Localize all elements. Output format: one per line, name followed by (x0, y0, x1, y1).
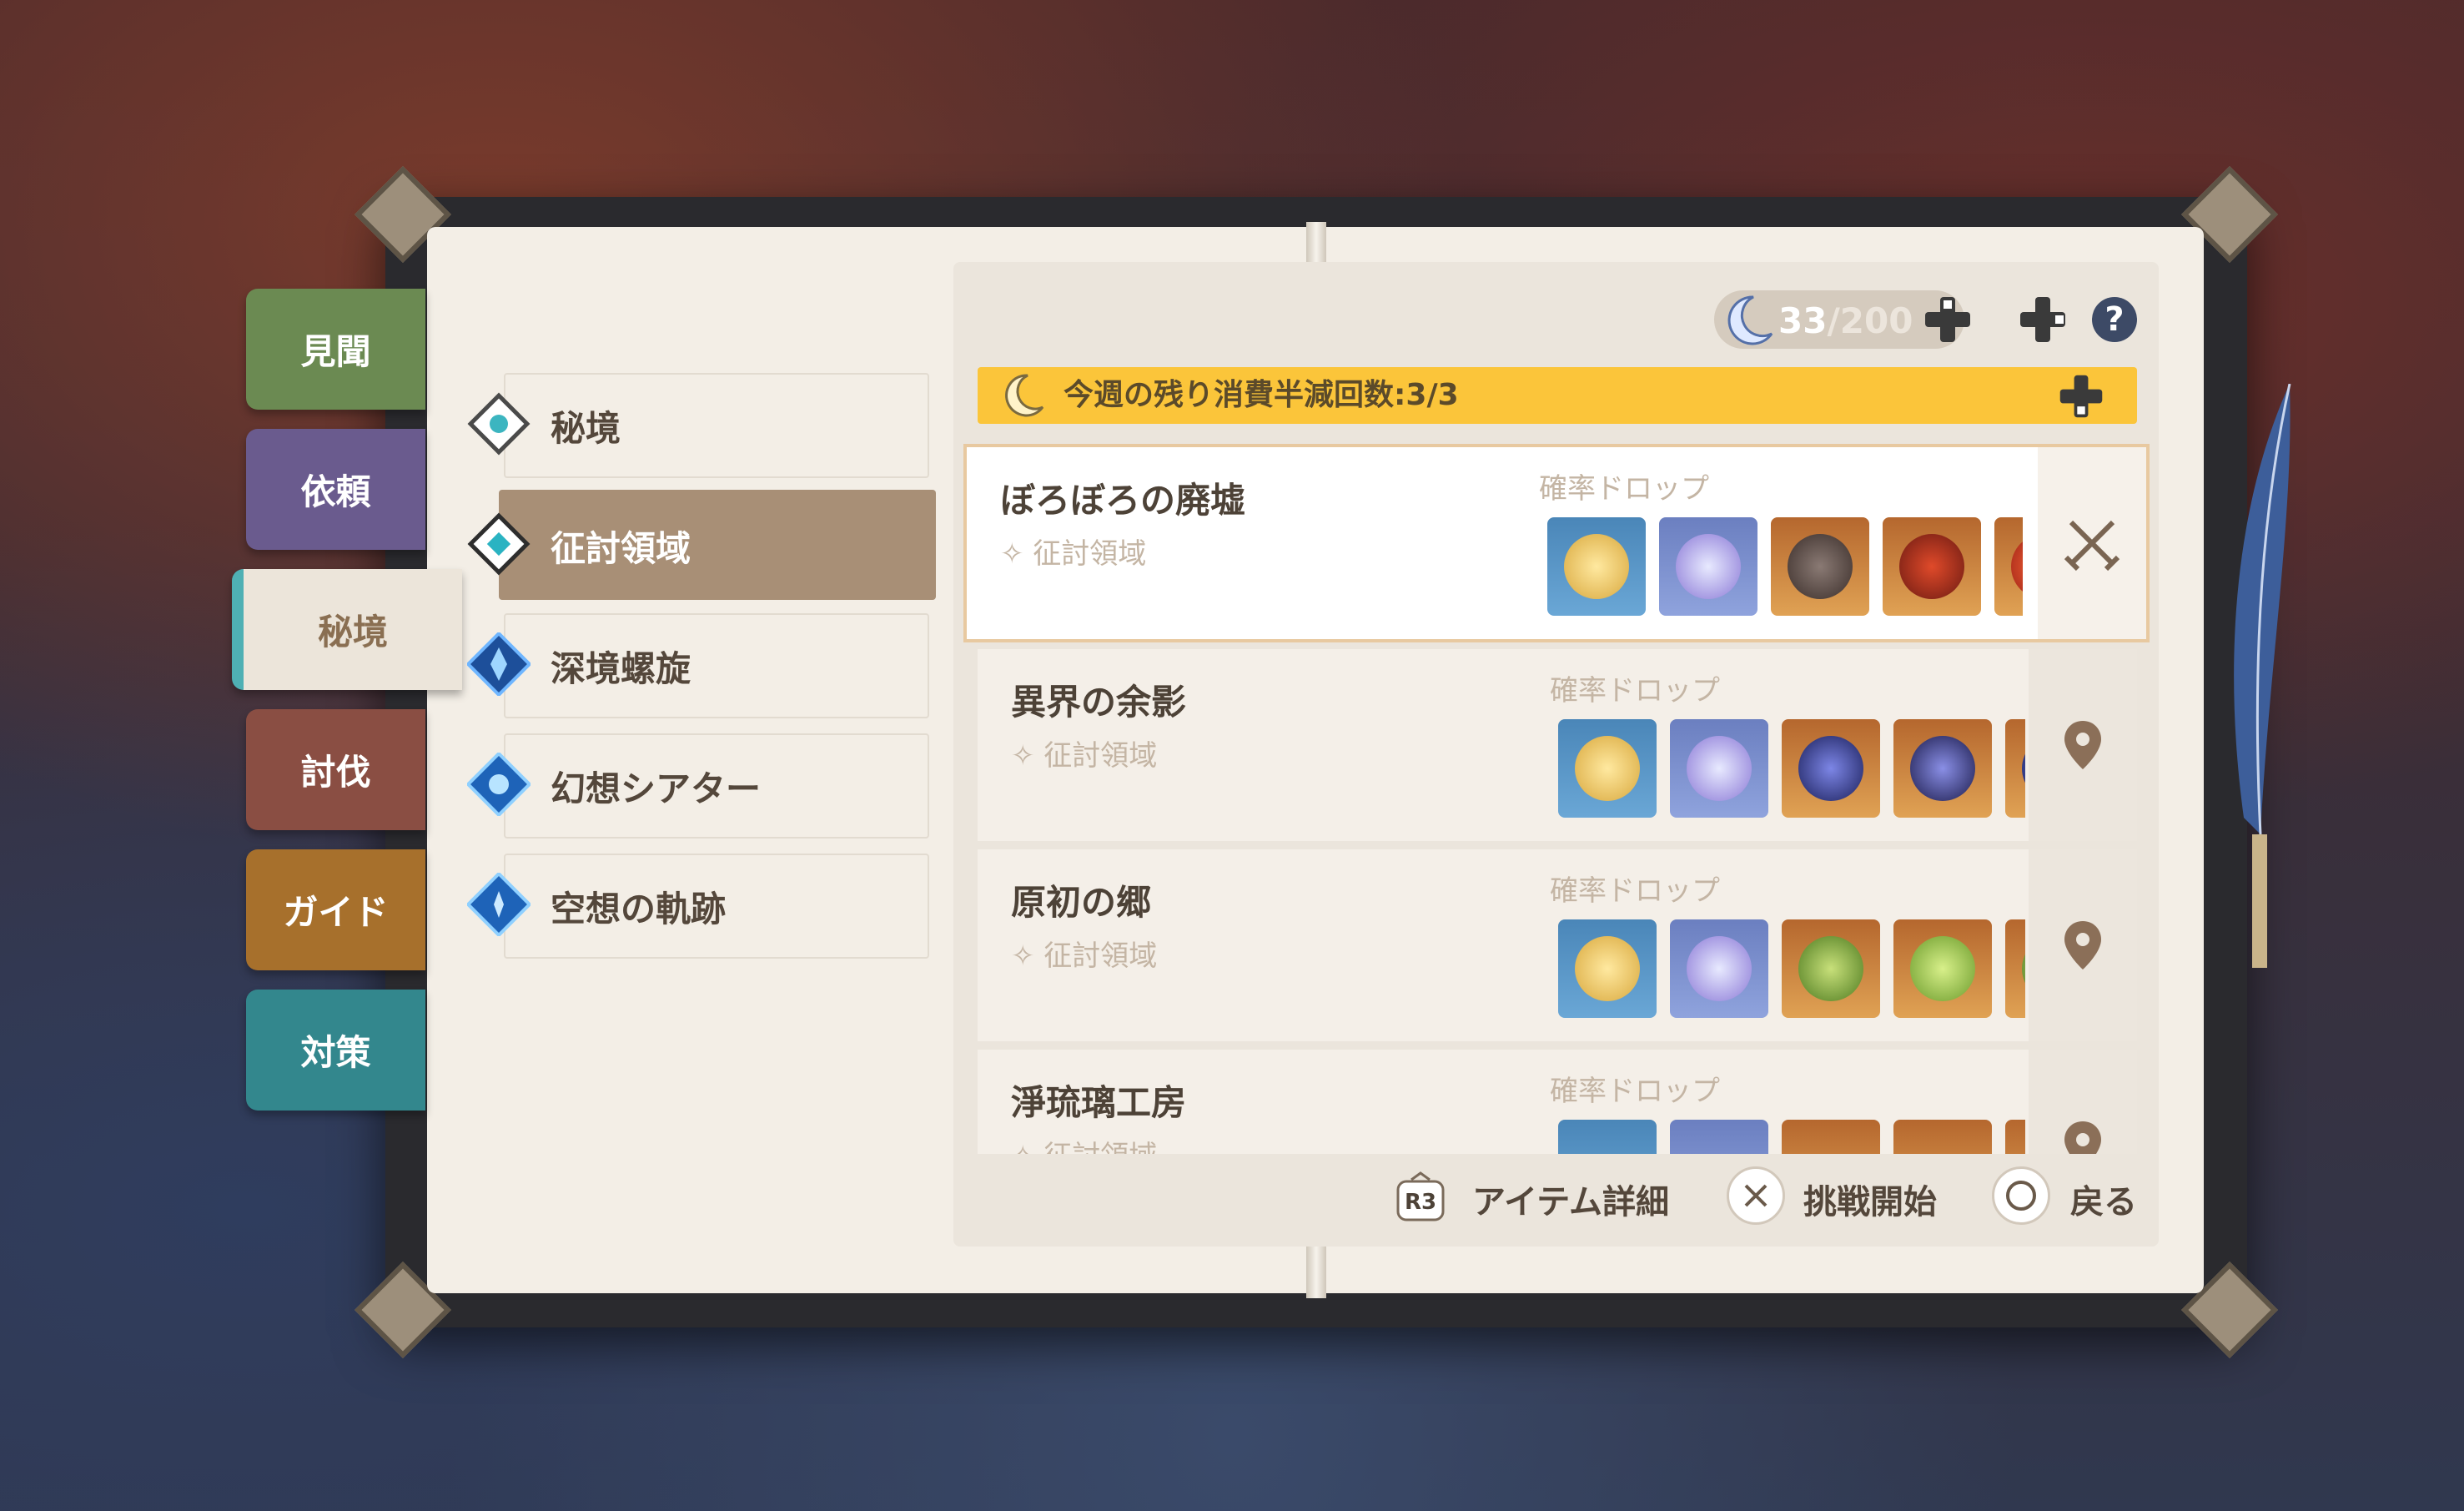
domain-name: ぼろぼろの廃墟 (1000, 480, 1246, 521)
drop-list (1547, 517, 2023, 626)
category-fantasy-trail[interactable]: 空想の軌跡 (467, 854, 929, 959)
exp-item-icon[interactable] (1670, 1120, 1768, 1154)
category-spiral-abyss[interactable]: 深境螺旋 (467, 613, 929, 718)
exp-item-icon[interactable] (1659, 517, 1757, 616)
resin-moon-icon (1727, 295, 1773, 345)
dpad-icon[interactable] (2017, 294, 2069, 345)
tab-label: 対策 (300, 1032, 371, 1073)
exp-item-icon[interactable] (1670, 919, 1768, 1018)
tab-label: 討伐 (300, 752, 371, 793)
quill-icon (2234, 384, 2291, 968)
domain-card[interactable]: 淨琉璃工房 ✧ 征討領域 確率ドロップ (978, 1050, 2137, 1154)
drop-label: 確率ドロップ (1550, 674, 1720, 708)
tab-bosses[interactable]: 討伐 (246, 709, 425, 830)
mora-item-icon[interactable] (1558, 719, 1657, 818)
theater-icon (467, 753, 531, 816)
domain-card-clip: 淨琉璃工房 ✧ 征討領域 確率ドロップ (978, 1050, 2137, 1154)
domain-diamond-icon (467, 512, 531, 576)
moon-icon (1005, 374, 1044, 417)
domain-card[interactable]: 原初の郷 ✧ 征討領域 確率ドロップ (978, 849, 2137, 1041)
resin-value: 33/200 (1778, 300, 1913, 341)
tab-label: 依頼 (300, 471, 371, 512)
category-label: 征討領域 (551, 527, 691, 569)
start-challenge-label[interactable]: 挑戦開始 (1803, 1175, 1937, 1223)
domain-name: 淨琉璃工房 (1011, 1082, 1187, 1123)
boss-material-icon[interactable] (1883, 517, 1981, 616)
location-pin-icon (2064, 721, 2101, 769)
card-action[interactable] (2029, 649, 2137, 841)
tab-label: ガイド (283, 892, 389, 933)
boss-material-icon[interactable] (2005, 919, 2025, 1018)
tab-archive[interactable]: 見聞 (246, 289, 425, 410)
category-label: 秘境 (551, 407, 621, 449)
cross-button-icon[interactable] (1727, 1166, 1785, 1225)
tab-domains[interactable]: 秘境 (232, 569, 462, 690)
crossed-swords-icon (2064, 520, 2120, 572)
location-pin-icon (2064, 1121, 2101, 1154)
boss-material-icon[interactable] (1782, 719, 1880, 818)
boss-material-icon[interactable] (1893, 1120, 1992, 1154)
category-label: 深境螺旋 (551, 647, 691, 689)
boss-material-icon[interactable] (1893, 919, 1992, 1018)
fantasy-trail-icon (467, 873, 531, 936)
card-action[interactable] (2038, 447, 2146, 639)
domain-diamond-icon (467, 392, 531, 456)
drop-label: 確率ドロップ (1539, 472, 1709, 506)
domain-type: ✧ 征討領域 (1011, 1133, 1157, 1154)
circle-button-icon[interactable] (1992, 1166, 2050, 1225)
card-action[interactable] (2029, 1050, 2137, 1154)
dpad-icon (1925, 297, 1970, 342)
domain-type: ✧ 征討領域 (1011, 939, 1158, 973)
back-label[interactable]: 戻る (2070, 1175, 2137, 1223)
boss-material-icon[interactable] (1771, 517, 1869, 616)
tab-label: 秘境 (317, 612, 388, 652)
exp-item-icon[interactable] (1670, 719, 1768, 818)
card-action[interactable] (2029, 849, 2137, 1041)
banner-text: 今週の残り消費半減回数:3/3 (1064, 378, 1459, 412)
domain-card[interactable]: 異界の余影 ✧ 征討領域 確率ドロップ (978, 649, 2137, 841)
drop-list (1550, 719, 2025, 828)
boss-material-icon[interactable] (1782, 1120, 1880, 1154)
drop-label: 確率ドロップ (1550, 1075, 1720, 1108)
domain-type: ✧ 征討領域 (1000, 537, 1147, 571)
domain-type: ✧ 征討領域 (1011, 739, 1158, 773)
category-label: 幻想シアター (551, 768, 762, 809)
boss-material-icon[interactable] (2005, 719, 2025, 818)
item-detail-label[interactable]: アイテム詳細 (1472, 1175, 1669, 1223)
tab-guide[interactable]: ガイド (246, 849, 425, 970)
spiral-abyss-icon (467, 632, 531, 696)
r3-button-icon: R3 (1393, 1171, 1448, 1223)
boss-material-icon[interactable] (1994, 517, 2023, 616)
drop-label: 確率ドロップ (1550, 874, 1720, 908)
domain-name: 原初の郷 (1011, 882, 1152, 923)
boss-material-icon[interactable] (2005, 1120, 2025, 1154)
tab-label: 見聞 (300, 331, 371, 372)
mora-item-icon[interactable] (1547, 517, 1646, 616)
location-pin-icon (2064, 921, 2101, 970)
drop-list (1550, 919, 2025, 1028)
domain-name: 異界の余影 (1011, 682, 1187, 723)
category-imaginarium-theater[interactable]: 幻想シアター (467, 733, 929, 839)
help-icon[interactable]: ? (2092, 297, 2137, 342)
category-label: 空想の軌跡 (551, 888, 727, 929)
category-domains[interactable]: 秘境 (467, 373, 929, 478)
boss-material-icon[interactable] (1782, 919, 1880, 1018)
tab-commissions[interactable]: 依頼 (246, 429, 425, 550)
dpad-icon (2059, 375, 2103, 418)
mora-item-icon[interactable] (1558, 919, 1657, 1018)
category-trounce-domains[interactable]: 征討領域 (467, 490, 936, 600)
boss-material-icon[interactable] (1893, 719, 1992, 818)
domain-card[interactable]: ぼろぼろの廃墟 ✧ 征討領域 確率ドロップ (963, 444, 2150, 642)
drop-list (1550, 1120, 2025, 1154)
mora-item-icon[interactable] (1558, 1120, 1657, 1154)
tab-strategy[interactable]: 対策 (246, 990, 425, 1111)
